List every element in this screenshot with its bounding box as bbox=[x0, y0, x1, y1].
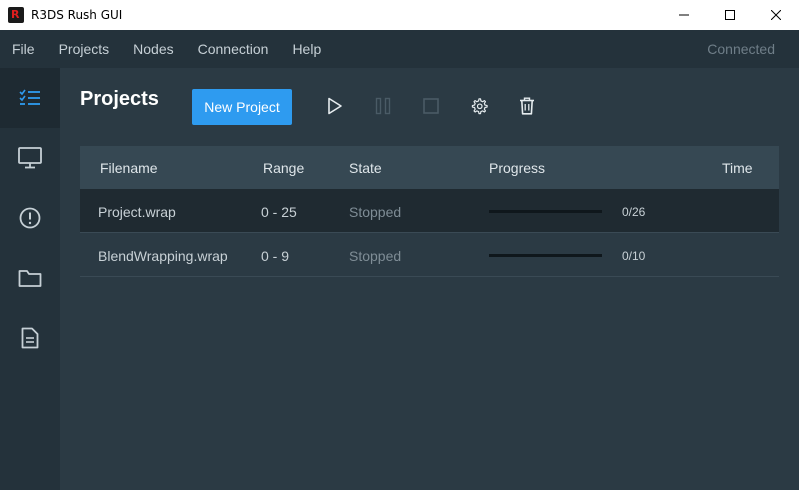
close-icon bbox=[771, 10, 781, 20]
sidebar-item-logs[interactable] bbox=[0, 308, 60, 368]
maximize-button[interactable] bbox=[707, 0, 753, 30]
start-button[interactable] bbox=[323, 94, 347, 118]
sidebar-item-files[interactable] bbox=[0, 248, 60, 308]
minimize-button[interactable] bbox=[661, 0, 707, 30]
menu-file[interactable]: File bbox=[12, 41, 35, 57]
title-bar: R3DS Rush GUI bbox=[0, 0, 799, 30]
row-state: Stopped bbox=[349, 204, 402, 220]
play-icon bbox=[328, 97, 342, 115]
stop-button[interactable] bbox=[419, 94, 443, 118]
row-state: Stopped bbox=[349, 248, 402, 264]
row-progress-text: 0/26 bbox=[622, 205, 646, 219]
menu-help[interactable]: Help bbox=[292, 41, 321, 57]
new-project-button[interactable]: New Project bbox=[192, 89, 292, 125]
settings-button[interactable] bbox=[467, 94, 491, 118]
row-progress-text: 0/10 bbox=[622, 249, 646, 263]
app-logo-icon bbox=[8, 7, 24, 23]
window-controls bbox=[661, 0, 799, 30]
table-row[interactable]: Project.wrap 0 - 25 Stopped 0/26 bbox=[80, 189, 779, 233]
row-progress-bar bbox=[489, 210, 602, 213]
row-filename: BlendWrapping.wrap bbox=[98, 248, 228, 264]
table-row[interactable]: BlendWrapping.wrap 0 - 9 Stopped 0/10 bbox=[80, 233, 779, 277]
pause-icon bbox=[375, 97, 391, 115]
sidebar-item-projects[interactable] bbox=[0, 68, 60, 128]
trash-icon bbox=[520, 97, 534, 115]
menu-projects[interactable]: Projects bbox=[59, 41, 110, 57]
row-filename: Project.wrap bbox=[98, 204, 176, 220]
gear-icon bbox=[471, 98, 488, 115]
row-progress-bar bbox=[489, 254, 602, 257]
header-filename[interactable]: Filename bbox=[100, 160, 158, 176]
projects-table: Filename Range State Progress Time Proje… bbox=[80, 146, 779, 277]
header-state[interactable]: State bbox=[349, 160, 382, 176]
header-progress[interactable]: Progress bbox=[489, 160, 545, 176]
sidebar-item-alerts[interactable] bbox=[0, 188, 60, 248]
table-header: Filename Range State Progress Time bbox=[80, 146, 779, 189]
window-title: R3DS Rush GUI bbox=[31, 8, 123, 22]
connection-status: Connected bbox=[707, 41, 775, 57]
delete-button[interactable] bbox=[515, 94, 539, 118]
row-range: 0 - 25 bbox=[261, 204, 297, 220]
sidebar-item-nodes[interactable] bbox=[0, 128, 60, 188]
header-time[interactable]: Time bbox=[722, 160, 753, 176]
page-title: Projects bbox=[80, 88, 159, 110]
row-range: 0 - 9 bbox=[261, 248, 290, 264]
maximize-icon bbox=[725, 10, 735, 20]
header-range[interactable]: Range bbox=[263, 160, 304, 176]
menu-connection[interactable]: Connection bbox=[198, 41, 269, 57]
task-list-icon bbox=[19, 89, 40, 105]
minimize-icon bbox=[679, 14, 689, 16]
stop-icon bbox=[423, 98, 439, 114]
alert-circle-icon bbox=[19, 207, 41, 229]
menu-bar: File Projects Nodes Connection Help Conn… bbox=[0, 30, 799, 68]
close-button[interactable] bbox=[753, 0, 799, 30]
monitor-icon bbox=[18, 147, 42, 169]
sidebar bbox=[0, 68, 60, 490]
main-panel: Projects New Project Filename Range Stat… bbox=[60, 68, 799, 490]
pause-button[interactable] bbox=[371, 94, 395, 118]
folder-icon bbox=[18, 270, 42, 287]
document-icon bbox=[21, 327, 39, 349]
menu-nodes[interactable]: Nodes bbox=[133, 41, 173, 57]
